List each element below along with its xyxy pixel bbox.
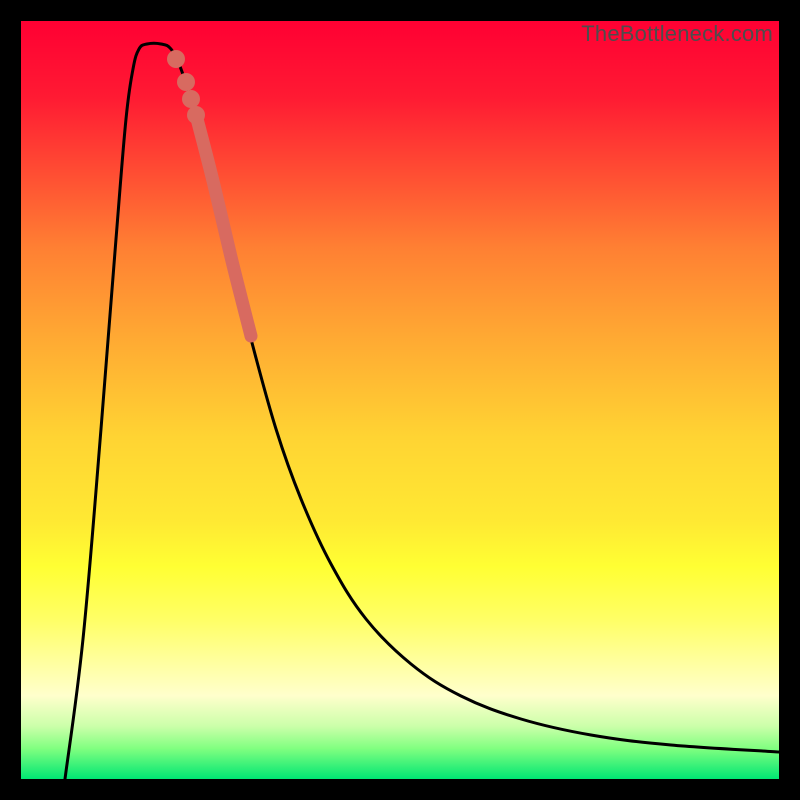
chart-frame: TheBottleneck.com: [0, 0, 800, 800]
highlight-dot: [187, 106, 205, 124]
chart-svg: [21, 21, 779, 779]
highlight-segment: [196, 115, 251, 336]
plot-area: TheBottleneck.com: [21, 21, 779, 779]
main-curve: [65, 43, 779, 779]
highlight-dot: [167, 50, 185, 68]
highlight-dot: [177, 73, 195, 91]
highlight-dot: [182, 90, 200, 108]
highlight-dots: [167, 50, 205, 124]
